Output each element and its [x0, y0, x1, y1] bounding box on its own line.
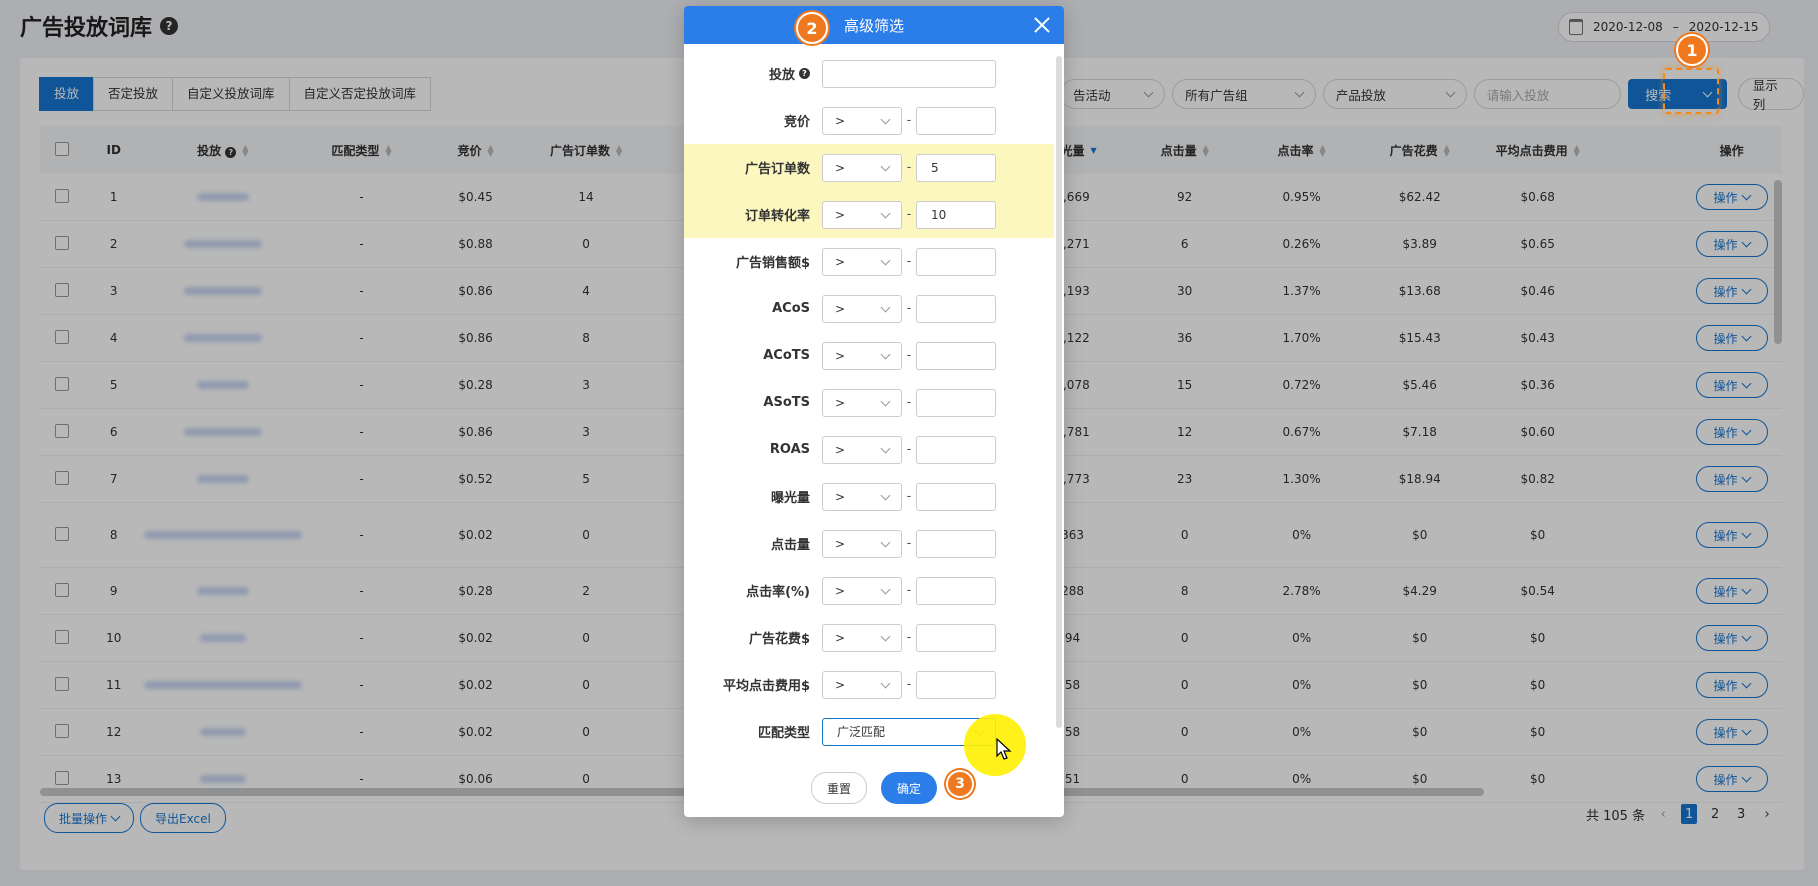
filter-label: 投放? — [684, 64, 822, 83]
cursor-icon — [996, 738, 1012, 760]
filter-row: 订单转化率 > -10 — [684, 191, 1054, 238]
reset-button[interactable]: 重置 — [811, 772, 867, 804]
chevron-down-icon — [880, 631, 891, 641]
operator-select[interactable]: > — [822, 482, 902, 511]
chevron-down-icon — [880, 678, 891, 688]
value-input[interactable] — [916, 435, 996, 464]
operator-select[interactable]: > — [822, 106, 902, 135]
modal-footer: 重置 确定 — [684, 772, 1064, 804]
chevron-down-icon — [880, 537, 891, 547]
modal-header: 高级筛选 — [684, 6, 1064, 44]
step-badge-2: 2 — [796, 12, 828, 44]
value-input[interactable] — [916, 482, 996, 511]
modal-title: 高级筛选 — [843, 16, 904, 35]
help-icon[interactable]: ? — [799, 68, 810, 79]
operator-select[interactable]: > — [822, 576, 902, 605]
filter-label: ACoTS — [763, 348, 810, 363]
filter-row: 点击量 > - — [684, 520, 1054, 567]
value-input[interactable] — [916, 106, 996, 135]
filter-row: 平均点击费用$ > - — [684, 661, 1054, 708]
value-input[interactable]: 10 — [916, 200, 996, 229]
filter-label: 广告订单数 — [744, 162, 810, 177]
filter-row: ACoS > - — [684, 285, 1054, 332]
value-input[interactable] — [916, 623, 996, 652]
operator-select[interactable]: > — [822, 388, 902, 417]
filter-label: ASoTS — [763, 395, 810, 410]
value-input[interactable] — [916, 294, 996, 323]
filter-label: 点击量 — [770, 538, 810, 553]
chevron-down-icon — [880, 208, 891, 218]
confirm-button[interactable]: 确定 — [881, 772, 937, 804]
value-input[interactable] — [916, 529, 996, 558]
filter-row: ASoTS > - — [684, 379, 1054, 426]
filter-label: ACoS — [772, 301, 810, 316]
filter-label: 点击率(%) — [746, 585, 810, 600]
advanced-filter-modal: 高级筛选 投放? 竞价 > - 广告订单数 > -5 订单转化率 > -10 广告销售额$ > - ACo… — [684, 6, 1064, 817]
filter-label: 曝光量 — [770, 491, 810, 506]
operator-select[interactable]: > — [822, 294, 902, 323]
filter-row: ACoTS > - — [684, 332, 1054, 379]
operator-select[interactable]: > — [822, 670, 902, 699]
filter-label: ROAS — [769, 442, 810, 457]
filter-row: 点击率(%) > - — [684, 567, 1054, 614]
filter-label: 广告销售额$ — [735, 256, 810, 271]
step-badge-1: 1 — [1676, 34, 1708, 66]
operator-select[interactable]: > — [822, 341, 902, 370]
filter-row: 投放? — [684, 50, 1054, 97]
chevron-down-icon — [880, 255, 891, 265]
chevron-down-icon — [880, 396, 891, 406]
chevron-down-icon — [880, 349, 891, 359]
modal-scrollbar[interactable] — [1056, 56, 1062, 728]
chevron-down-icon — [880, 490, 891, 500]
operator-select[interactable]: > — [822, 200, 902, 229]
filter-label: 平均点击费用$ — [722, 679, 810, 694]
operator-select[interactable]: > — [822, 153, 902, 182]
target-filter-input[interactable] — [822, 59, 996, 88]
filter-label: 匹配类型 — [757, 726, 810, 741]
value-input[interactable] — [916, 576, 996, 605]
filter-row: ROAS > - — [684, 426, 1054, 473]
operator-select[interactable]: > — [822, 435, 902, 464]
filter-row: 广告花费$ > - — [684, 614, 1054, 661]
cursor-highlight — [964, 714, 1026, 776]
filter-row: 竞价 > - — [684, 97, 1054, 144]
operator-select[interactable]: > — [822, 529, 902, 558]
chevron-down-icon — [880, 302, 891, 312]
filter-row: 曝光量 > - — [684, 473, 1054, 520]
value-input[interactable] — [916, 670, 996, 699]
chevron-down-icon — [880, 443, 891, 453]
filter-label: 广告花费$ — [748, 632, 810, 647]
step-badge-3: 3 — [946, 770, 974, 798]
chevron-down-icon — [880, 584, 891, 594]
filter-row: 广告订单数 > -5 — [684, 144, 1054, 191]
value-input[interactable] — [916, 341, 996, 370]
filter-label: 订单转化率 — [744, 209, 810, 224]
close-icon[interactable] — [1032, 15, 1052, 35]
modal-body: 投放? 竞价 > - 广告订单数 > -5 订单转化率 > -10 广告销售额$ > - ACoS > - AC… — [684, 44, 1054, 754]
value-input[interactable]: 5 — [916, 153, 996, 182]
chevron-down-icon — [880, 161, 891, 171]
chevron-down-icon — [880, 114, 891, 124]
value-input[interactable] — [916, 388, 996, 417]
step-1-highlight — [1663, 68, 1719, 114]
filter-row: 广告销售额$ > - — [684, 238, 1054, 285]
operator-select[interactable]: > — [822, 623, 902, 652]
filter-label: 竞价 — [783, 115, 810, 130]
operator-select[interactable]: > — [822, 247, 902, 276]
value-input[interactable] — [916, 247, 996, 276]
